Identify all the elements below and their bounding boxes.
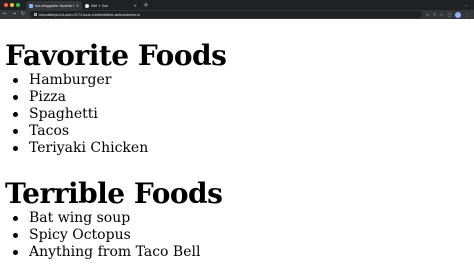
favorite-foods-heading: Favorite Foods [5,39,227,72]
list-item-label: Bat wing soup [29,210,131,226]
list-item[interactable]: Spaghetti [0,106,148,123]
terrible-foods-list: Bat wing soup Spicy Octopus Anything fro… [0,210,200,261]
list-item-label: Spaghetti [29,106,98,122]
bullet-icon [13,250,18,255]
browser-toolbar: ← → ↻ sfepubtenjou1d-portr-5173.local-cr… [0,10,474,19]
tab-close-icon[interactable]: × [76,3,79,8]
tab-close-icon[interactable]: × [134,3,137,8]
list-item[interactable]: Bat wing soup [0,210,200,227]
share-icon[interactable]: ⇪ [432,12,437,17]
list-item-label: Teriyaki Chicken [29,140,149,156]
list-item-label: Hamburger [29,72,112,88]
address-bar[interactable]: sfepubtenjou1d-portr-5173.local-credenti… [30,11,422,18]
list-item-label: Tacos [29,123,70,139]
tab-favicon [29,3,33,8]
zoom-icon[interactable]: ⌕ [425,12,430,17]
bullet-icon [13,233,18,238]
bullet-icon [13,78,18,83]
list-item[interactable]: Anything from Taco Bell [0,244,200,261]
minimize-window-button[interactable] [10,3,14,7]
tab-strip: rue-draggable: favorite foods × Vite + V… [0,0,474,10]
browser-tab-active[interactable]: rue-draggable: favorite foods × [26,1,82,10]
arrow-left-icon[interactable]: ← [3,11,7,18]
star-icon[interactable]: ☆ [439,12,444,17]
tab-title: Vite + Vue [91,3,108,8]
list-item[interactable]: Hamburger [0,72,148,89]
tab-title: rue-draggable: favorite foods [35,3,74,8]
list-item-label: Anything from Taco Bell [29,244,201,260]
tab-favicon [85,3,89,8]
list-item-label: Spicy Octopus [29,227,131,243]
terrible-foods-heading: Terrible Foods [5,177,223,210]
arrow-right-icon[interactable]: → [12,11,16,18]
new-tab-button[interactable]: + [143,1,149,9]
bullet-icon [13,129,18,134]
page-content: Favorite Foods Hamburger Pizza Spaghetti… [0,19,474,266]
reload-icon[interactable]: ↻ [21,11,25,18]
browser-tab[interactable]: Vite + Vue × [82,1,140,10]
list-item[interactable]: Spicy Octopus [0,227,200,244]
list-item[interactable]: Tacos [0,123,148,140]
list-item[interactable]: Teriyaki Chicken [0,140,148,157]
bullet-icon [13,146,18,151]
extensions-icon[interactable]: ▢ [447,12,452,17]
profile-avatar[interactable] [455,11,461,18]
address-url: sfepubtenjou1d-portr-5173.local-credenti… [39,12,140,17]
bullet-icon [13,216,18,221]
maximize-window-button[interactable] [16,3,20,7]
more-vert-icon[interactable]: ⋮ [464,12,469,17]
bullet-icon [13,95,18,100]
close-window-button[interactable] [4,3,8,7]
list-item[interactable]: Pizza [0,89,148,106]
list-item-label: Pizza [29,89,66,105]
tab-search-icon[interactable]: ⌄ [465,2,468,7]
site-info-icon[interactable] [34,13,37,16]
bullet-icon [13,112,18,117]
browser-chrome: rue-draggable: favorite foods × Vite + V… [0,0,474,19]
favorite-foods-list: Hamburger Pizza Spaghetti Tacos Teriyaki… [0,72,148,157]
